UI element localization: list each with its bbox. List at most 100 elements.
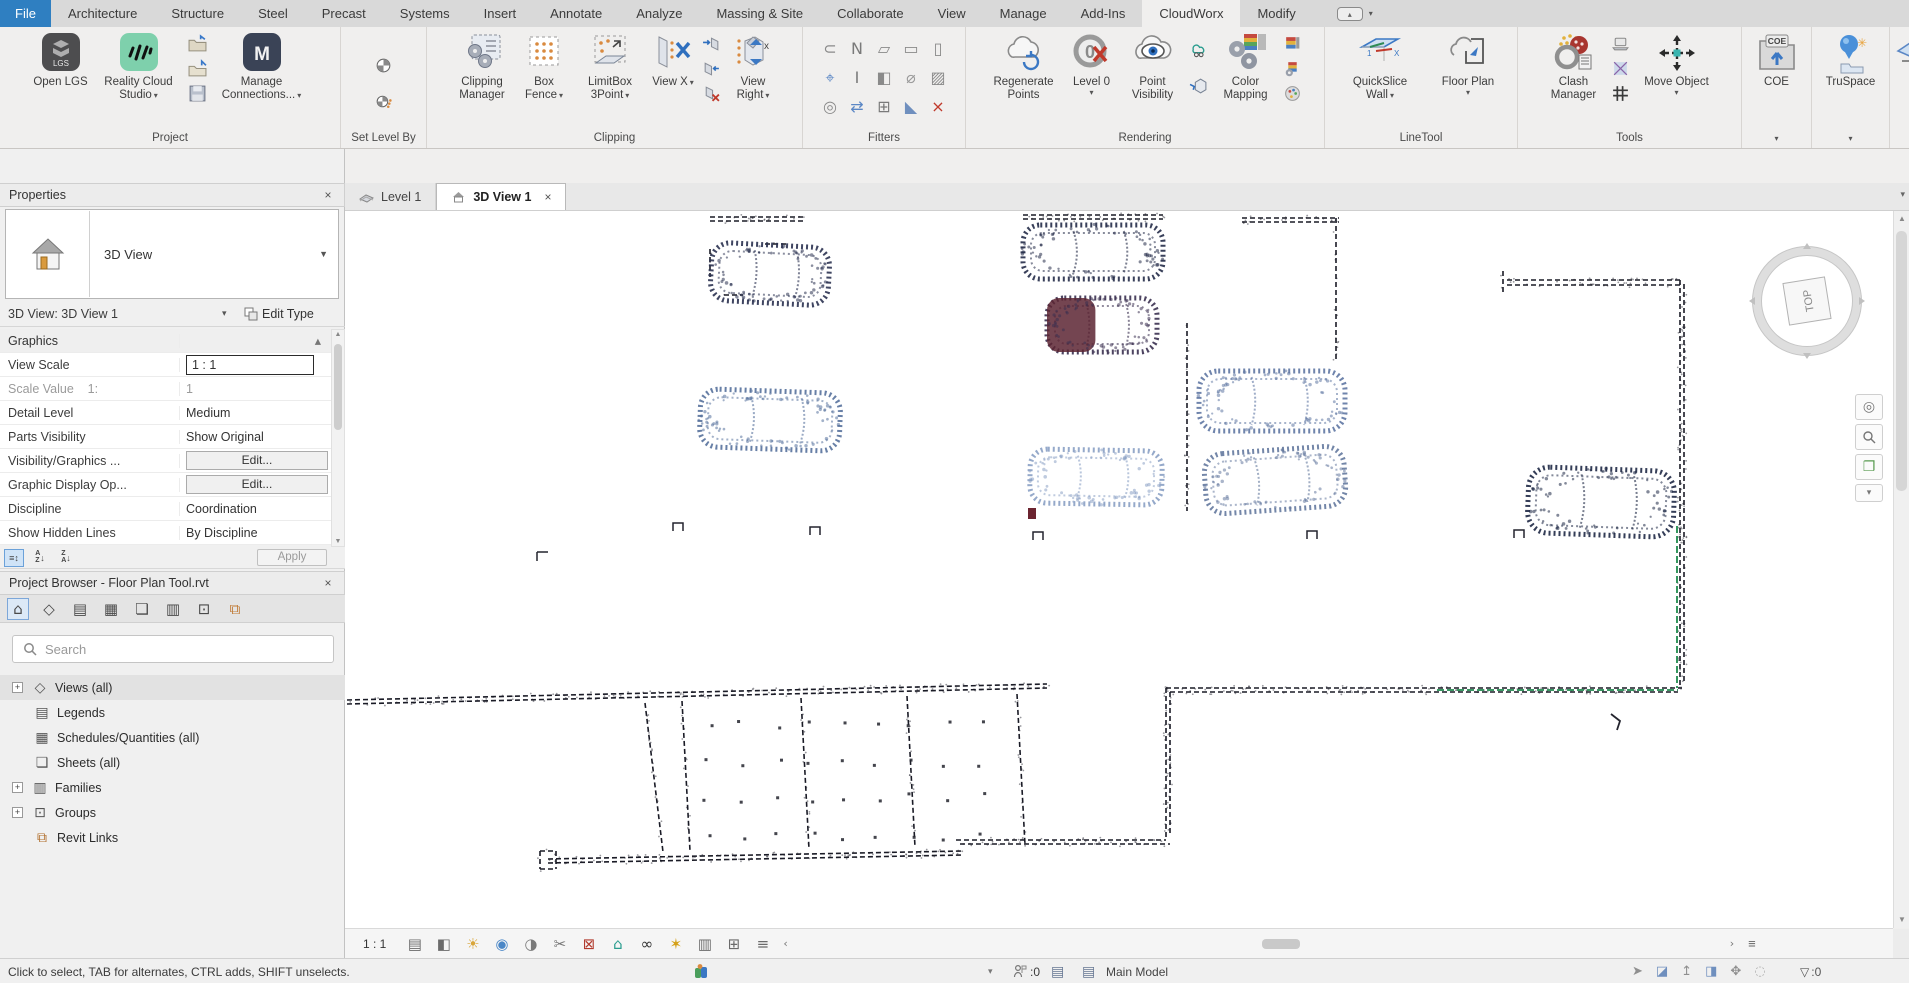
ribbon-tab-modify[interactable]: Modify — [1240, 0, 1312, 27]
scroll-up-icon[interactable]: ▲ — [332, 331, 344, 338]
ribbon-tab-analyze[interactable]: Analyze — [619, 0, 699, 27]
quickslice-wall-button[interactable]: 1X QuickSlice Wall▾ — [1341, 30, 1419, 102]
clash-grid-off-icon[interactable] — [1610, 57, 1632, 79]
scroll-up-icon[interactable]: ▲ — [1894, 211, 1909, 227]
rect-duct-icon[interactable]: ▭ — [898, 34, 925, 63]
ribbon-tab-architecture[interactable]: Architecture — [51, 0, 154, 27]
temp-properties-icon[interactable]: ▥ — [690, 932, 719, 956]
tree-item-revit-links[interactable]: ⧉Revit Links — [0, 825, 345, 850]
ribbon-tab-insert[interactable]: Insert — [467, 0, 534, 27]
expand-icon[interactable]: + — [12, 682, 23, 693]
edit-button[interactable]: Edit... — [186, 475, 328, 494]
property-value[interactable]: By Discipline — [180, 526, 331, 540]
clash-grid-icon[interactable] — [1610, 82, 1632, 104]
ribbon-tab-add-ins[interactable]: Add-Ins — [1064, 0, 1143, 27]
tree-item-sheets-all-[interactable]: ❏Sheets (all) — [0, 750, 345, 775]
duct-elbow-icon[interactable]: N — [844, 34, 871, 63]
ribbon-tab-precast[interactable]: Precast — [305, 0, 383, 27]
set-level-target-points-icon[interactable] — [373, 91, 395, 113]
hide-isolate-glasses-icon[interactable]: ∞ — [632, 932, 661, 956]
dropdown-caret[interactable]: ▾ — [297, 91, 301, 100]
search-box[interactable] — [12, 635, 334, 663]
ribbon-tab-collaborate[interactable]: Collaborate — [820, 0, 921, 27]
edit-button[interactable]: Edit... — [186, 451, 328, 470]
colorbar-settings-icon[interactable] — [1282, 57, 1304, 79]
project-browser-header[interactable]: Project Browser - Floor Plan Tool.rvt × — [0, 571, 345, 595]
set-level-target-icon[interactable] — [373, 55, 395, 77]
visual-style-icon[interactable]: ◧ — [429, 932, 458, 956]
cloud-view-icon[interactable] — [1188, 38, 1210, 60]
view-tab-level-1[interactable]: Level 1 — [345, 183, 436, 210]
sun-path-icon[interactable]: ☀ — [458, 932, 487, 956]
select-elements-icon[interactable]: ◌ — [1754, 964, 1765, 979]
worksets-toggle[interactable]: :0 — [1012, 959, 1040, 983]
view-scale-button[interactable]: 1 : 1 — [363, 937, 386, 951]
browser-sheets-icon[interactable]: ❏ — [131, 598, 153, 620]
view-tab-3d-view-1[interactable]: 3D View 1× — [436, 183, 566, 210]
search-input[interactable] — [45, 642, 285, 657]
disconnect-icon[interactable]: × — [925, 92, 952, 121]
tree-item-views-all-[interactable]: +◇Views (all) — [0, 675, 345, 700]
main-model-label[interactable]: Main Model — [1106, 959, 1168, 983]
steering-wheel-button[interactable]: ◎ — [1855, 394, 1883, 420]
property-value[interactable]: Medium — [180, 406, 331, 420]
steel-beam-icon[interactable]: Ι — [844, 63, 871, 92]
fit-view-icon[interactable]: ⌖ — [817, 63, 844, 92]
dropdown-caret[interactable]: ▾ — [1674, 89, 1678, 99]
vertical-scrollbar[interactable]: ▲ ▼ — [1893, 211, 1909, 928]
ribbon-tab-massing-site[interactable]: Massing & Site — [699, 0, 820, 27]
ramp-icon[interactable]: ◣ — [898, 92, 925, 121]
save-icon[interactable] — [187, 82, 209, 104]
worksharing-icon[interactable] — [693, 959, 710, 983]
ribbon-tab-annotate[interactable]: Annotate — [533, 0, 619, 27]
column-icon[interactable]: ▯ — [925, 34, 952, 63]
clip-plane-out-icon[interactable] — [700, 57, 722, 79]
dropdown-caret[interactable]: ▾ — [690, 78, 694, 87]
status-chevron-icon[interactable]: ▾ — [988, 959, 993, 983]
limitbox-3point-button[interactable]: LimitBox 3Point▾ — [574, 30, 646, 102]
instance-selector[interactable]: 3D View: 3D View 1 — [0, 307, 222, 321]
view-scale-input[interactable]: 1 : 1 — [186, 355, 314, 375]
properties-close-icon[interactable]: × — [320, 184, 336, 206]
home-view-button[interactable]: ❐ — [1855, 454, 1883, 480]
property-value[interactable]: Coordination — [180, 502, 331, 516]
clip-plane-delete-icon[interactable] — [700, 82, 722, 104]
open-project-folder-icon[interactable] — [187, 32, 209, 54]
section-box-icon[interactable] — [1188, 74, 1210, 96]
horizontal-scrollbar[interactable] — [794, 937, 1724, 951]
crop-view-icon[interactable]: ✂ — [545, 932, 574, 956]
manage-connections-button[interactable]: M Manage Connections...▾ — [214, 30, 310, 102]
level-0-button[interactable]: 0 Level 0 ▾ — [1066, 30, 1118, 99]
temp-view-icon[interactable]: ⌂ — [603, 932, 632, 956]
ribbon-tab-structure[interactable]: Structure — [154, 0, 241, 27]
browser-views-icon[interactable]: ◇ — [38, 598, 60, 620]
dropdown-caret[interactable]: ▾ — [765, 91, 769, 100]
ribbon-tab-view[interactable]: View — [921, 0, 983, 27]
select-pinned-icon[interactable]: ↥ — [1681, 964, 1692, 979]
properties-header[interactable]: Properties × — [0, 183, 345, 207]
box-fence-button[interactable]: Box Fence▾ — [519, 30, 569, 102]
round-flange-icon[interactable]: ◎ — [817, 92, 844, 121]
dropdown-caret[interactable]: ▾ — [1089, 89, 1093, 99]
pipe-fitting-icon[interactable]: ⊂ — [817, 34, 844, 63]
browser-links-icon[interactable]: ⧉ — [224, 598, 246, 620]
window-icon[interactable]: ⊞ — [871, 92, 898, 121]
property-value[interactable]: Edit... — [180, 475, 331, 494]
open-lgs-button[interactable]: LGS Open LGS — [31, 30, 91, 89]
tree-item-groups[interactable]: +⊡Groups — [0, 800, 345, 825]
point-visibility-button[interactable]: Point Visibility — [1123, 30, 1183, 102]
ribbon-tab-steel[interactable]: Steel — [241, 0, 305, 27]
dropdown-caret[interactable]: ▾ — [559, 91, 563, 100]
select-underlay-icon[interactable]: ◪ — [1656, 964, 1668, 979]
panel-caret-truspace[interactable]: ▾ — [1812, 130, 1889, 148]
browser-home-icon[interactable]: ⌂ — [7, 598, 29, 620]
duct-spacing-icon[interactable]: ⇄ — [844, 92, 871, 121]
ribbon-tab-manage[interactable]: Manage — [983, 0, 1064, 27]
section-collapse-icon[interactable]: ▴ — [180, 333, 331, 348]
ribbon-tab-systems[interactable]: Systems — [383, 0, 467, 27]
dropdown-caret[interactable]: ▾ — [1466, 89, 1470, 99]
dropdown-caret[interactable]: ▾ — [1390, 91, 1394, 100]
reality-cloud-studio-button[interactable]: Reality Cloud Studio▾ — [96, 30, 182, 102]
chevron-down-icon[interactable]: ▾ — [222, 308, 244, 319]
chevron-down-icon[interactable]: ▼ — [319, 249, 338, 259]
